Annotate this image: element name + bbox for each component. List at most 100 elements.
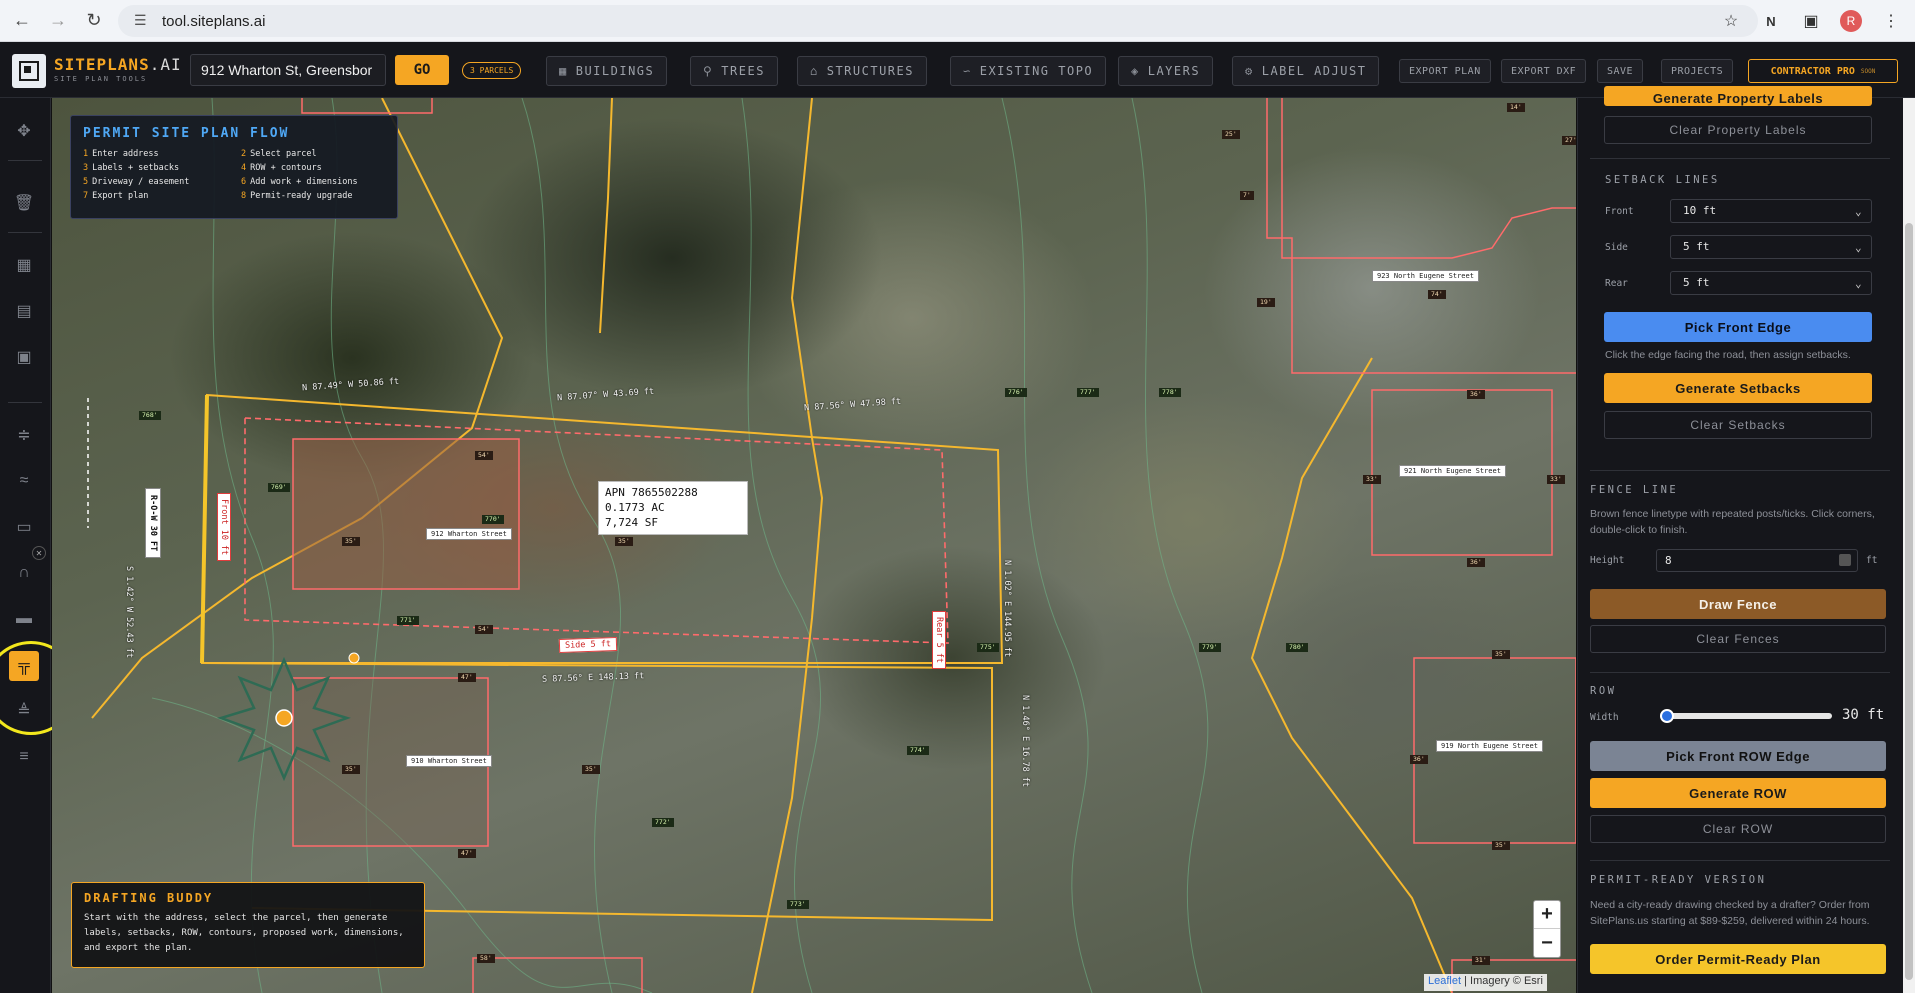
- buildings-label: BUILDINGS: [575, 64, 655, 78]
- side-setback-select[interactable]: 5 ft ⌄: [1670, 235, 1872, 259]
- save-button[interactable]: SAVE: [1597, 59, 1644, 83]
- dimension-label: 35': [342, 765, 360, 774]
- zoom-in-button[interactable]: +: [1534, 901, 1560, 929]
- street-label-921: 921 North Eugene Street: [1399, 465, 1506, 477]
- extension-n-icon[interactable]: N: [1757, 7, 1785, 35]
- dimension-label: 31': [1472, 956, 1490, 965]
- label-adjust-button[interactable]: ⚙ LABEL ADJUST: [1232, 56, 1380, 86]
- rear-setback-value: 5 ft: [1683, 276, 1710, 289]
- dimension-label: 54': [475, 625, 493, 634]
- zoom-out-button[interactable]: −: [1534, 929, 1560, 957]
- address-bar[interactable]: ☰ tool.siteplans.ai: [118, 5, 1758, 37]
- projects-button[interactable]: PROJECTS: [1661, 59, 1734, 83]
- slope-icon[interactable]: ≑: [11, 422, 37, 448]
- menu-lines-icon[interactable]: ≡: [11, 744, 37, 770]
- elevation-tag: 777': [1077, 388, 1099, 397]
- tree-icon: ⚲: [703, 64, 714, 78]
- brand-subtitle: SITE PLAN TOOLS: [54, 75, 148, 83]
- dimension-label: 33': [1363, 475, 1381, 484]
- leaflet-link[interactable]: Leaflet: [1428, 975, 1461, 987]
- scrollbar-thumb[interactable]: [1905, 223, 1913, 980]
- extensions-puzzle-icon[interactable]: ▣: [1797, 7, 1825, 35]
- row-width-slider[interactable]: [1660, 709, 1832, 723]
- clear-fences-button[interactable]: Clear Fences: [1590, 625, 1886, 653]
- fence-height-input[interactable]: 8: [1656, 549, 1858, 572]
- structures-button[interactable]: ⌂ STRUCTURES: [797, 56, 927, 86]
- side-setback-label: Side 5 ft: [558, 636, 618, 654]
- flow-step: 7 Export plan: [83, 191, 241, 201]
- layers-button[interactable]: ◈ LAYERS: [1118, 56, 1214, 86]
- parcels-badge[interactable]: 3 PARCELS: [462, 62, 522, 79]
- flow-step-text: Permit-ready upgrade: [250, 191, 353, 201]
- trees-button[interactable]: ⚲ TREES: [690, 56, 778, 86]
- forward-icon[interactable]: →: [44, 7, 72, 35]
- front-setback-select[interactable]: 10 ft ⌄: [1670, 199, 1872, 223]
- go-button[interactable]: GO: [395, 55, 449, 85]
- target-box-icon[interactable]: ▣: [11, 344, 37, 370]
- elevation-tag: 772': [652, 818, 674, 827]
- rear-setback-select[interactable]: 5 ft ⌄: [1670, 271, 1872, 295]
- flow-step: 3 Labels + setbacks: [83, 163, 241, 173]
- elevation-tag: 779': [1199, 643, 1221, 652]
- slider-knob[interactable]: [1660, 709, 1674, 723]
- structure-icon: ⌂: [810, 64, 819, 78]
- pick-front-edge-button[interactable]: Pick Front Edge: [1604, 312, 1872, 342]
- panel-scrollbar[interactable]: [1903, 98, 1915, 993]
- street-label-910: 910 Wharton Street: [406, 755, 492, 767]
- profile-avatar[interactable]: R: [1837, 7, 1865, 35]
- clear-setbacks-button[interactable]: Clear Setbacks: [1604, 411, 1872, 439]
- clear-property-labels-button[interactable]: Clear Property Labels: [1604, 116, 1872, 144]
- buildings-button[interactable]: ▦ BUILDINGS: [546, 56, 668, 86]
- flow-step-text: Labels + setbacks: [92, 163, 180, 173]
- flow-step-number: 8: [241, 191, 247, 201]
- chevron-down-icon: ⌄: [1855, 205, 1862, 218]
- generate-setbacks-button[interactable]: Generate Setbacks: [1604, 373, 1872, 403]
- dimension-label: 36': [1467, 390, 1485, 399]
- map-overlay: [87, 98, 1576, 993]
- front-setback-label: Front 10 ft: [217, 493, 231, 562]
- draw-fence-button[interactable]: Draw Fence: [1590, 589, 1886, 619]
- height-label: Height: [1590, 555, 1625, 566]
- back-icon[interactable]: ←: [8, 7, 36, 35]
- generate-property-labels-button[interactable]: Generate Property Labels: [1604, 86, 1872, 106]
- trash-icon[interactable]: 🗑: [11, 190, 37, 216]
- arch-icon[interactable]: ∩: [11, 560, 37, 586]
- permit-ready-hint: Need a city-ready drawing checked by a d…: [1590, 899, 1870, 927]
- site-info-icon[interactable]: ☰: [134, 12, 152, 30]
- address-input[interactable]: 912 Wharton St, Greensbor: [190, 54, 386, 86]
- pick-front-row-edge-button[interactable]: Pick Front ROW Edge: [1590, 741, 1886, 771]
- map-canvas[interactable]: PERMIT SITE PLAN FLOW 1 Enter address 2 Se…: [52, 98, 1576, 993]
- logo-icon: [12, 54, 46, 88]
- driveway-icon[interactable]: ▭: [11, 514, 37, 540]
- bearing-label: N 1.02° E 144.95 ft: [1002, 560, 1012, 658]
- export-plan-button[interactable]: EXPORT PLAN: [1399, 59, 1491, 83]
- clear-x-icon[interactable]: ✕: [32, 546, 46, 560]
- dimension-label: 35': [1492, 841, 1510, 850]
- setback-lines-title: SETBACK LINES: [1605, 174, 1720, 186]
- order-permit-ready-plan-button[interactable]: Order Permit-Ready Plan: [1590, 944, 1886, 974]
- structures-label: STRUCTURES: [826, 64, 914, 78]
- contractor-pro-button[interactable]: CONTRACTOR PRO SOON: [1748, 59, 1898, 83]
- elevation-tag: 774': [907, 746, 929, 755]
- kebab-menu-icon[interactable]: ⋮: [1877, 7, 1905, 35]
- list-doc-icon[interactable]: ▤: [11, 298, 37, 324]
- easement-icon[interactable]: ▬: [11, 606, 37, 632]
- flow-step: 4 ROW + contours: [241, 163, 401, 173]
- stepper-icon[interactable]: [1839, 554, 1851, 566]
- pan-icon[interactable]: ✥: [11, 118, 37, 144]
- side-label: Side: [1605, 242, 1628, 253]
- layers-label: LAYERS: [1147, 64, 1201, 78]
- flow-step: 6 Add work + dimensions: [241, 177, 401, 187]
- export-dxf-button[interactable]: EXPORT DXF: [1501, 59, 1587, 83]
- apn-number: APN 7865502288: [605, 486, 698, 499]
- existing-topo-button[interactable]: ∽ EXISTING TOPO: [950, 56, 1107, 86]
- dimension-icon[interactable]: ≜: [11, 698, 37, 724]
- elevation-tag: 770': [482, 515, 504, 524]
- generate-row-button[interactable]: Generate ROW: [1590, 778, 1886, 808]
- contour-icon[interactable]: ≈: [11, 468, 37, 494]
- bookmark-star-icon[interactable]: ☆: [1717, 7, 1745, 35]
- flow-step-text: ROW + contours: [250, 163, 322, 173]
- clear-row-button[interactable]: Clear ROW: [1590, 815, 1886, 843]
- grid-icon[interactable]: ▦: [11, 252, 37, 278]
- reload-icon[interactable]: ↻: [80, 7, 108, 35]
